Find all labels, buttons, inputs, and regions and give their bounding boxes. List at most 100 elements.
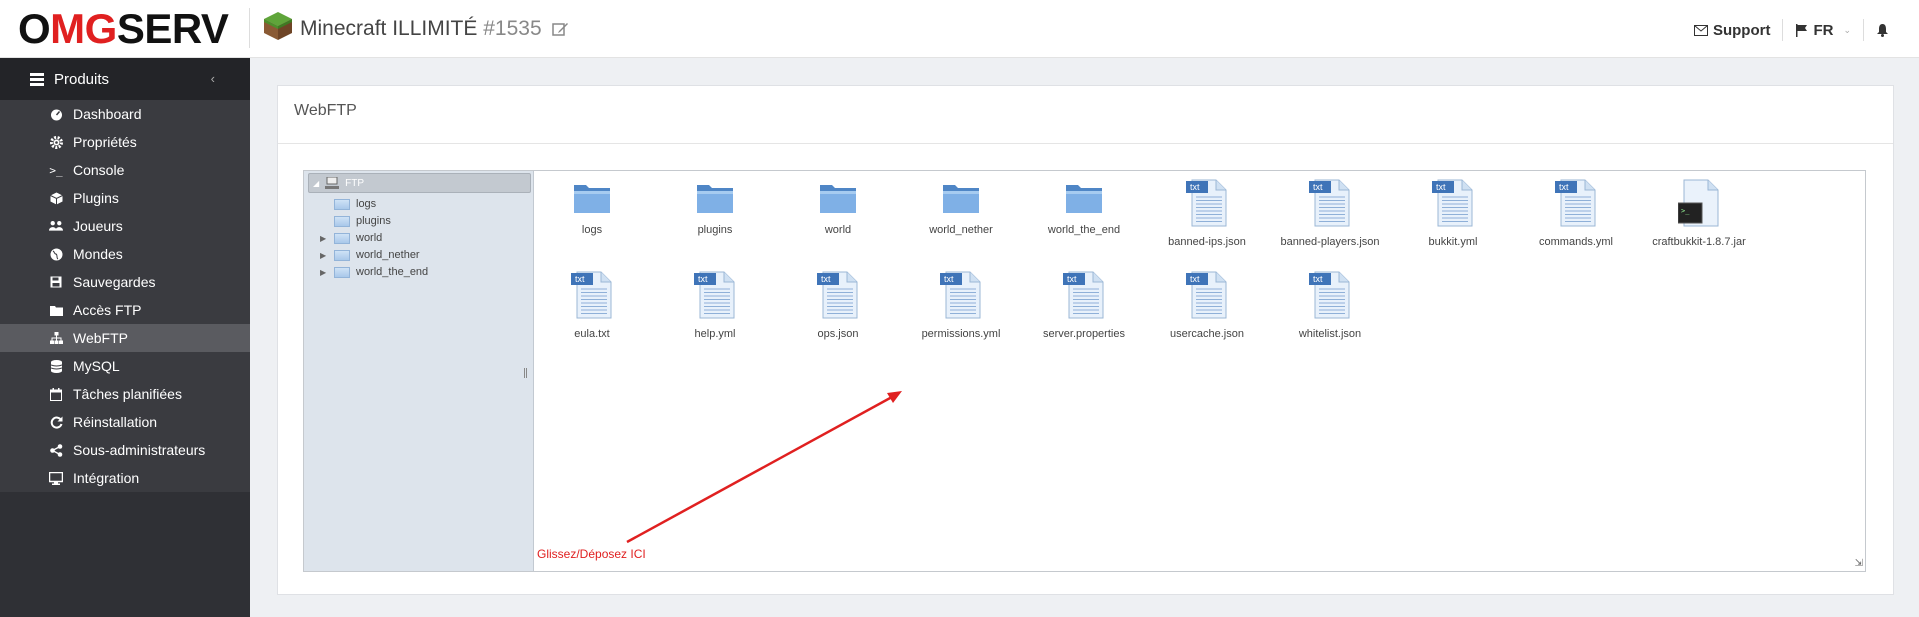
file-item[interactable]: >_ craftbukkit-1.8.7.jar	[1644, 179, 1754, 248]
file-name: banned-ips.json	[1168, 236, 1246, 248]
tree-root-ftp[interactable]: ◢ FTP	[308, 173, 531, 193]
file-item[interactable]: txt help.yml	[660, 271, 770, 340]
file-item[interactable]: txt banned-ips.json	[1152, 179, 1262, 248]
support-link[interactable]: Support	[1682, 19, 1783, 41]
file-name: server.properties	[1043, 328, 1125, 340]
sidebar-item-joueurs[interactable]: Joueurs	[0, 212, 250, 240]
sitemap-icon	[49, 331, 63, 345]
sidebar-item-sauvegardes[interactable]: Sauvegardes	[0, 268, 250, 296]
sidebar-section-products[interactable]: Produits ‹	[0, 58, 250, 100]
desktop-icon	[49, 471, 63, 485]
text-file-icon: txt	[817, 271, 858, 319]
resize-grip-icon[interactable]: ⇲	[1855, 558, 1863, 569]
file-name: eula.txt	[574, 328, 610, 340]
txt-badge: txt	[1436, 182, 1446, 192]
sidebar-item-label: Dashboard	[73, 106, 142, 122]
txt-badge: txt	[821, 274, 831, 284]
notifications-button[interactable]	[1864, 19, 1901, 41]
sidebar-item-label: Propriétés	[73, 134, 137, 150]
envelope-icon	[1693, 24, 1708, 36]
users-icon	[49, 219, 63, 233]
expand-arrow-icon[interactable]: ▶	[320, 251, 334, 260]
file-name: permissions.yml	[921, 328, 1001, 340]
sidebar-item-label: Tâches planifiées	[73, 386, 182, 402]
file-name: logs	[581, 224, 603, 236]
sidebar: Produits ‹ Dashboard Propriétés >_ Consol…	[0, 58, 250, 617]
tree-node-world-the-end[interactable]: ▶ world_the_end	[320, 263, 428, 281]
minecraft-grass-block-icon	[264, 12, 292, 40]
file-grid: logs plugins world world_nether world_the_en…	[535, 171, 1865, 571]
tree-node-world[interactable]: ▶ world	[320, 229, 382, 247]
folder-icon	[697, 185, 733, 213]
folder-icon	[49, 303, 63, 317]
file-item[interactable]: logs	[537, 179, 647, 236]
top-header: OMGSERV Minecraft ILLIMITÉ #1535 Support…	[0, 0, 1919, 58]
file-item[interactable]: world	[783, 179, 893, 236]
file-item[interactable]: plugins	[660, 179, 770, 236]
sidebar-item-label: Accès FTP	[73, 302, 142, 318]
webftp-browser: ◢ FTP logs plugins ▶ world ▶ world_nether …	[303, 170, 1866, 572]
file-item[interactable]: txt commands.yml	[1521, 179, 1631, 248]
file-item[interactable]: txt permissions.yml	[906, 271, 1016, 340]
txt-badge: txt	[1313, 182, 1323, 192]
sidebar-item-integration[interactable]: Intégration	[0, 464, 250, 492]
flag-icon	[1796, 23, 1808, 37]
sidebar-item-console[interactable]: >_ Console	[0, 156, 250, 184]
sidebar-item-mysql[interactable]: MySQL	[0, 352, 250, 380]
tree-node-label: logs	[356, 198, 377, 210]
support-label: Support	[1712, 21, 1771, 39]
file-name: plugins	[697, 224, 733, 236]
collapse-arrow-icon[interactable]: ◢	[313, 179, 319, 188]
chevron-down-icon: ⌄	[1843, 24, 1851, 35]
file-item[interactable]: txt banned-players.json	[1275, 179, 1385, 248]
file-item[interactable]: world_nether	[906, 179, 1016, 236]
terminal-icon: >_	[49, 163, 63, 177]
tree-node-world-nether[interactable]: ▶ world_nether	[320, 246, 420, 264]
sidebar-item-webftp[interactable]: WebFTP	[0, 324, 250, 352]
omgserv-logo[interactable]: OMGSERV	[18, 5, 229, 52]
file-name: ops.json	[817, 328, 859, 340]
folder-icon	[334, 266, 350, 278]
tree-node-logs[interactable]: logs	[320, 195, 376, 213]
sidebar-item-sous-administrateurs[interactable]: Sous-administrateurs	[0, 436, 250, 464]
text-file-icon: txt	[1309, 179, 1350, 227]
folder-tree: ◢ FTP logs plugins ▶ world ▶ world_nether …	[304, 171, 534, 571]
file-item[interactable]: txt bukkit.yml	[1398, 179, 1508, 248]
database-icon	[49, 359, 63, 373]
file-item[interactable]: world_the_end	[1029, 179, 1139, 236]
edit-icon[interactable]	[552, 21, 569, 37]
tree-node-label: plugins	[356, 215, 391, 227]
sidebar-item-label: Plugins	[73, 190, 119, 206]
txt-badge: txt	[1559, 182, 1569, 192]
server-title: Minecraft ILLIMITÉ #1535	[300, 17, 569, 41]
folder-icon	[334, 249, 350, 261]
logo-serv: SERV	[116, 5, 229, 52]
sidebar-item-taches-planifiees[interactable]: Tâches planifiées	[0, 380, 250, 408]
chevron-left-icon[interactable]: ‹	[211, 71, 215, 86]
sidebar-item-proprietes[interactable]: Propriétés	[0, 128, 250, 156]
folder-icon	[334, 215, 350, 227]
text-file-icon: txt	[1555, 179, 1596, 227]
webftp-panel: WebFTP ◢ FTP logs plugins ▶ world ▶ world_…	[277, 85, 1894, 595]
language-selector[interactable]: FR ⌄	[1783, 19, 1863, 41]
folder-icon	[574, 185, 610, 213]
expand-arrow-icon[interactable]: ▶	[320, 234, 334, 243]
txt-badge: txt	[1313, 274, 1323, 284]
sidebar-item-mondes[interactable]: Mondes	[0, 240, 250, 268]
pane-splitter-handle[interactable]	[524, 368, 527, 378]
file-item[interactable]: txt eula.txt	[537, 271, 647, 340]
file-item[interactable]: txt whitelist.json	[1275, 271, 1385, 340]
sidebar-item-dashboard[interactable]: Dashboard	[0, 100, 250, 128]
file-item[interactable]: txt ops.json	[783, 271, 893, 340]
sidebar-item-plugins[interactable]: Plugins	[0, 184, 250, 212]
file-item[interactable]: txt usercache.json	[1152, 271, 1262, 340]
expand-arrow-icon[interactable]: ▶	[320, 268, 334, 277]
tree-node-plugins[interactable]: plugins	[320, 212, 391, 230]
sidebar-item-reinstallation[interactable]: Réinstallation	[0, 408, 250, 436]
file-item[interactable]: txt server.properties	[1029, 271, 1139, 340]
sidebar-item-label: WebFTP	[73, 330, 128, 346]
dashboard-icon	[49, 107, 63, 121]
sidebar-item-acces-ftp[interactable]: Accès FTP	[0, 296, 250, 324]
file-name: banned-players.json	[1280, 236, 1380, 248]
folder-icon	[943, 185, 979, 213]
